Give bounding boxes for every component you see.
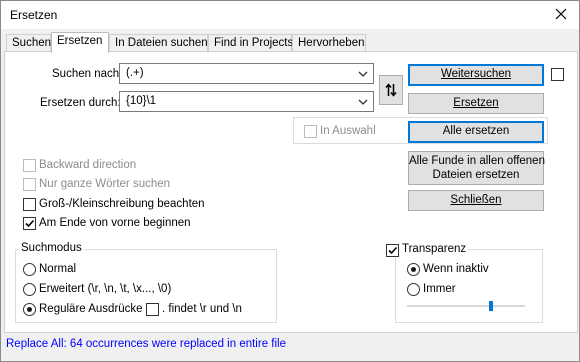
slider-thumb[interactable] xyxy=(489,301,493,311)
tab-find-in-files[interactable]: In Dateien suchen xyxy=(109,34,208,52)
search-value: (.+) xyxy=(126,67,144,79)
mode-extended-label: Erweitert (\r, \n, \t, \x..., \0) xyxy=(39,283,172,295)
backward-direction-checkbox[interactable] xyxy=(23,159,36,172)
find-next-button[interactable]: Weitersuchen xyxy=(408,64,544,86)
checkmark-icon xyxy=(25,219,35,228)
status-message: Replace All: 64 occurrences were replace… xyxy=(6,338,286,350)
chevron-down-icon xyxy=(358,71,368,77)
tab-label: Hervorheben xyxy=(298,37,365,49)
tab-highlight[interactable]: Hervorheben xyxy=(292,34,366,52)
swap-icon xyxy=(385,83,397,97)
tab-find-in-projects[interactable]: Find in Projects xyxy=(208,34,294,52)
mode-normal-label: Normal xyxy=(39,263,77,275)
close-button-label: Schließen xyxy=(450,194,502,206)
close-button[interactable]: Schließen xyxy=(408,190,544,211)
checkmark-icon xyxy=(388,246,398,255)
replace-dialog: Ersetzen Suchen Ersetzen In Dateien such… xyxy=(0,0,580,362)
pin-checkbox[interactable] xyxy=(551,68,564,81)
dot-newline-label: . findet \r und \n xyxy=(162,303,242,315)
radio-dot xyxy=(27,307,32,312)
transparency-slider[interactable] xyxy=(407,299,525,313)
replace-all-open-docs-line1: Alle Funde in allen offenen xyxy=(409,155,545,167)
tab-label: Suchen xyxy=(12,37,52,49)
dot-newline-checkbox[interactable] xyxy=(146,303,159,316)
mode-normal-radio[interactable] xyxy=(23,263,36,276)
replace-input[interactable]: {10}\1 xyxy=(119,91,374,112)
transparency-inactive-radio[interactable] xyxy=(407,263,420,276)
radio-dot xyxy=(411,267,416,272)
status-bar: Replace All: 64 occurrences were replace… xyxy=(1,333,579,355)
swap-search-replace-button[interactable] xyxy=(379,75,403,105)
close-window-button[interactable] xyxy=(549,4,573,24)
chevron-down-icon xyxy=(358,99,368,105)
wrap-around-label: Am Ende von vorne beginnen xyxy=(39,217,191,229)
transparency-label: Transparenz xyxy=(400,243,469,255)
match-case-checkbox[interactable] xyxy=(23,198,36,211)
search-label: Suchen nach: xyxy=(52,68,123,80)
backward-direction-label: Backward direction xyxy=(39,159,137,171)
search-mode-title: Suchmodus xyxy=(19,242,84,254)
wrap-around-checkbox[interactable] xyxy=(23,217,36,230)
transparency-checkbox[interactable] xyxy=(386,244,399,257)
find-next-label: Weitersuchen xyxy=(440,68,512,80)
tab-label: In Dateien suchen xyxy=(115,37,208,49)
replace-all-button[interactable]: Alle ersetzen xyxy=(408,121,544,143)
mode-regex-label: Reguläre Ausdrücke xyxy=(39,303,143,315)
mode-regex-radio[interactable] xyxy=(23,303,36,316)
mode-extended-radio[interactable] xyxy=(23,283,36,296)
whole-word-label: Nur ganze Wörter suchen xyxy=(39,178,171,190)
window-title: Ersetzen xyxy=(10,8,58,22)
tab-replace[interactable]: Ersetzen xyxy=(51,32,109,53)
tab-label: Ersetzen xyxy=(57,35,103,47)
replace-all-open-docs-line2: Dateien ersetzen xyxy=(432,169,520,181)
close-icon xyxy=(555,8,567,20)
transparency-always-radio[interactable] xyxy=(407,283,420,296)
replace-button[interactable]: Ersetzen xyxy=(408,93,544,114)
replace-all-open-docs-button[interactable]: Alle Funde in allen offenen Dateien erse… xyxy=(408,151,545,185)
tab-search[interactable]: Suchen xyxy=(6,34,51,52)
in-selection-checkbox[interactable] xyxy=(304,125,317,138)
match-case-label: Groß-/Kleinschreibung beachten xyxy=(39,198,205,210)
in-selection-label: In Auswahl xyxy=(320,125,376,137)
replace-all-label: Alle ersetzen xyxy=(442,125,510,137)
replace-value: {10}\1 xyxy=(126,95,157,107)
slider-track xyxy=(407,305,525,307)
transparency-inactive-label: Wenn inaktiv xyxy=(423,263,489,275)
replace-button-label: Ersetzen xyxy=(453,97,499,109)
tab-label: Find in Projects xyxy=(214,37,294,49)
replace-label: Ersetzen durch: xyxy=(40,97,121,109)
whole-word-checkbox[interactable] xyxy=(23,178,36,191)
title-bar: Ersetzen xyxy=(1,1,579,29)
search-input[interactable]: (.+) xyxy=(119,63,374,84)
transparency-always-label: Immer xyxy=(423,283,456,295)
